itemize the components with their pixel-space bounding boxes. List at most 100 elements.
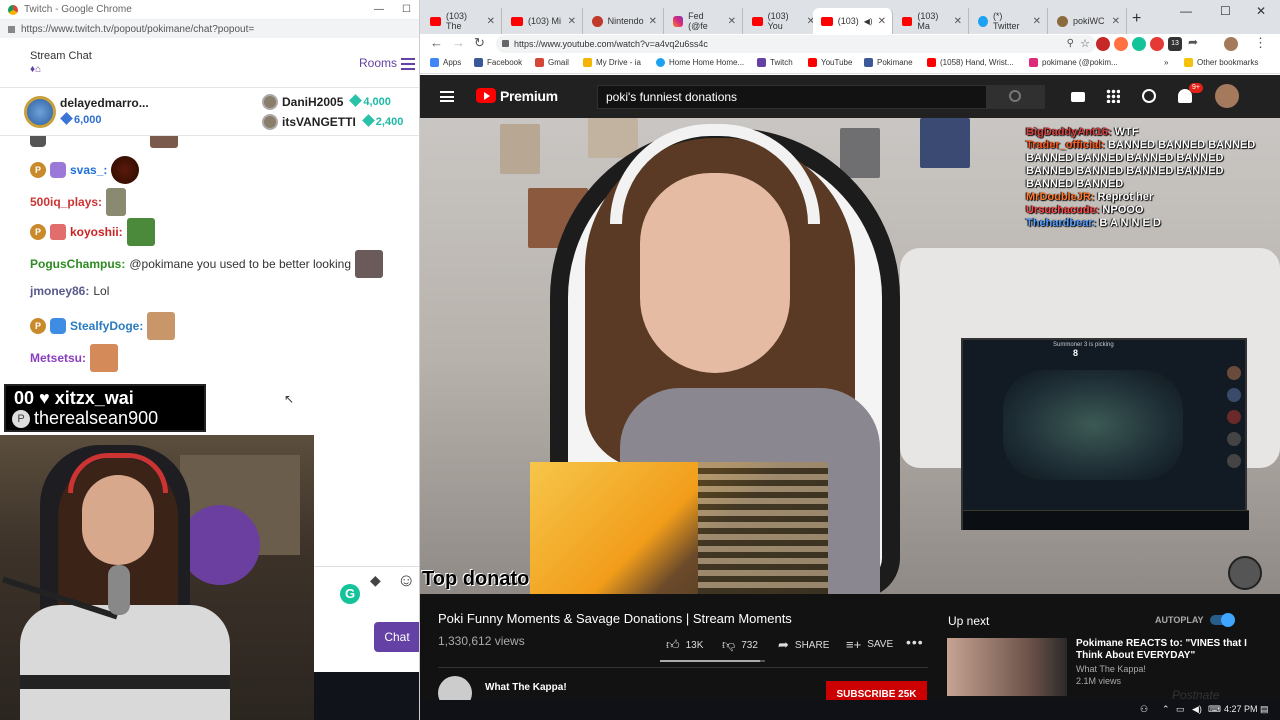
dislike-button[interactable]: 👎︎ 732	[722, 637, 758, 653]
search-button[interactable]	[987, 85, 1045, 109]
apps-grid-icon[interactable]	[1106, 89, 1120, 103]
audio-playing-icon[interactable]: ◀)	[864, 17, 873, 26]
youtube-brand[interactable]: Premium	[500, 88, 558, 104]
bookmark-facebook[interactable]: Facebook	[474, 58, 522, 67]
minimize-icon[interactable]: —	[1180, 4, 1192, 18]
maximize-icon[interactable]: ☐	[402, 4, 411, 15]
close-icon[interactable]: ✕	[568, 16, 576, 27]
browser-tab-active[interactable]: (103) ◀) ✕	[813, 8, 893, 34]
bits-icon[interactable]: ◆	[370, 572, 381, 589]
close-icon[interactable]: ✕	[954, 16, 962, 27]
forward-icon[interactable]: →	[452, 35, 465, 50]
volume-icon[interactable]: ◀)	[1192, 704, 1202, 715]
close-icon[interactable]: ✕	[1033, 16, 1041, 27]
wall-poster	[840, 128, 880, 178]
chat-send-button[interactable]: Chat	[374, 622, 419, 652]
emoji-icon[interactable]: ☺	[397, 570, 415, 591]
taskbar-clock[interactable]: 4:27 PM	[1224, 704, 1258, 714]
create-video-icon[interactable]	[1071, 92, 1085, 102]
extension-icon[interactable]	[1150, 37, 1164, 51]
bookmarks-overflow-icon[interactable]: »	[1164, 58, 1168, 67]
other-bookmarks[interactable]: Other bookmarks	[1184, 58, 1258, 67]
bookmark-instagram[interactable]: pokimane (@pokim...	[1029, 58, 1118, 67]
extension-badge-icon[interactable]: 13	[1168, 37, 1182, 51]
recommended-video-channel[interactable]: What The Kappa!	[1076, 664, 1146, 674]
recommended-video-title[interactable]: Pokimane REACTS to: "VINES that I Think …	[1076, 638, 1256, 662]
browser-tab[interactable]: Nintendo ✕	[584, 8, 664, 34]
channel-watermark-avatar[interactable]	[1228, 556, 1262, 590]
squad-icon[interactable]: ♦⌂	[30, 64, 41, 75]
rooms-list-icon[interactable]	[401, 58, 415, 70]
chat-username[interactable]: jmoney86:	[30, 284, 89, 298]
people-icon[interactable]: ⚇	[1140, 704, 1148, 715]
chat-message-list[interactable]: P svas_: 500iq_plays: P koyoshii: PogusC…	[0, 136, 419, 386]
close-icon[interactable]: ✕	[1112, 16, 1120, 27]
twitch-url-bar[interactable]: https://www.twitch.tv/popout/pokimane/ch…	[0, 20, 419, 38]
tray-overflow-icon[interactable]: ⌃	[1162, 704, 1170, 715]
video-player[interactable]: BigDaddyAnt16: WTF Trader_official: BANN…	[420, 118, 1280, 594]
profile-avatar-icon[interactable]	[1224, 37, 1238, 51]
bookmark-drive[interactable]: My Drive - ia	[583, 58, 641, 67]
chat-username[interactable]: 500iq_plays:	[30, 195, 102, 209]
chat-username[interactable]: svas_:	[70, 163, 107, 177]
hamburger-menu-icon[interactable]	[440, 91, 454, 102]
browser-tab[interactable]: Fed (@fe ✕	[665, 8, 743, 34]
network-icon[interactable]: ▭	[1176, 704, 1185, 715]
search-input[interactable]: poki's funniest donations	[597, 85, 987, 109]
twitch-window-titlebar[interactable]: Twitch - Google Chrome — ☐	[0, 0, 419, 20]
leaderboard-third[interactable]: itsVANGETTI 2,400	[262, 114, 403, 130]
close-window-icon[interactable]: ✕	[1256, 4, 1266, 18]
recommended-video-thumbnail[interactable]	[947, 638, 1067, 696]
share-button[interactable]: ➦ SHARE	[778, 637, 829, 653]
browser-tab[interactable]: (*) Twitter ✕	[970, 8, 1048, 34]
bookmark-gmail[interactable]: Gmail	[535, 58, 569, 67]
keyboard-icon[interactable]: ⌨	[1208, 704, 1221, 715]
account-avatar[interactable]	[1215, 84, 1239, 108]
close-icon[interactable]: ✕	[487, 16, 495, 27]
leaderboard-first-name[interactable]: delayedmarro...	[60, 96, 149, 110]
bookmark-apps[interactable]: Apps	[430, 58, 461, 67]
chat-username[interactable]: StealfyDoge:	[70, 319, 143, 333]
browser-tab[interactable]: (103) The ✕	[422, 8, 502, 34]
extension-icon[interactable]	[1114, 37, 1128, 51]
new-tab-button[interactable]: +	[1132, 10, 1141, 28]
bookmark-twitch[interactable]: Twitch	[757, 58, 793, 67]
grammarly-icon[interactable]	[1132, 37, 1146, 51]
share-arrow-icon[interactable]: ➦	[1188, 35, 1198, 49]
address-bar[interactable]: https://www.youtube.com/watch?v=a4vq2u6s…	[496, 35, 1096, 53]
rooms-button[interactable]: Rooms	[359, 56, 397, 70]
bookmark-youtube[interactable]: YouTube	[808, 58, 852, 67]
save-button[interactable]: ≡+ SAVE	[846, 637, 893, 652]
grammarly-icon[interactable]: G	[340, 584, 360, 604]
action-center-icon[interactable]: ▤	[1260, 704, 1269, 715]
zoom-icon[interactable]: ⚲	[1067, 35, 1074, 53]
close-icon[interactable]: ✕	[728, 16, 736, 27]
browser-tab[interactable]: (103) You ✕	[744, 8, 822, 34]
chat-username[interactable]: Metsetsu:	[30, 351, 86, 365]
chat-username[interactable]: PogusChampus:	[30, 257, 125, 271]
bookmark-star-icon[interactable]: ☆	[1080, 35, 1090, 53]
reload-icon[interactable]: ↻	[474, 35, 485, 51]
back-icon[interactable]: ←	[430, 35, 443, 50]
messages-icon[interactable]	[1142, 89, 1156, 103]
browser-tab[interactable]: (103) Mi ✕	[503, 8, 583, 34]
autoplay-toggle-knob[interactable]	[1221, 613, 1235, 627]
close-icon[interactable]: ✕	[649, 16, 657, 27]
browser-tab[interactable]: (103) Ma ✕	[894, 8, 969, 34]
browser-tab[interactable]: pokiWC ✕	[1049, 8, 1127, 34]
leaderboard-first-avatar[interactable]	[24, 96, 56, 128]
leaderboard-second[interactable]: DaniH2005 4,000	[262, 94, 391, 110]
extension-adblock-icon[interactable]	[1096, 37, 1110, 51]
minimize-icon[interactable]: —	[374, 4, 384, 15]
bookmark-hand-wrist[interactable]: (1058) Hand, Wrist...	[927, 58, 1014, 67]
maximize-icon[interactable]: ☐	[1220, 4, 1231, 18]
more-options-icon[interactable]: •••	[906, 634, 924, 650]
bookmark-twitter[interactable]: Home Home Home...	[656, 58, 744, 67]
like-button[interactable]: 👍︎ 13K	[666, 637, 703, 653]
youtube-logo-icon[interactable]	[476, 88, 496, 103]
chat-username[interactable]: koyoshii:	[70, 225, 123, 239]
close-icon[interactable]: ✕	[878, 16, 886, 27]
menu-dots-icon[interactable]: ⋮	[1254, 35, 1267, 51]
channel-name[interactable]: What The Kappa!	[485, 682, 567, 693]
bookmark-pokimane[interactable]: Pokimane	[864, 58, 913, 67]
